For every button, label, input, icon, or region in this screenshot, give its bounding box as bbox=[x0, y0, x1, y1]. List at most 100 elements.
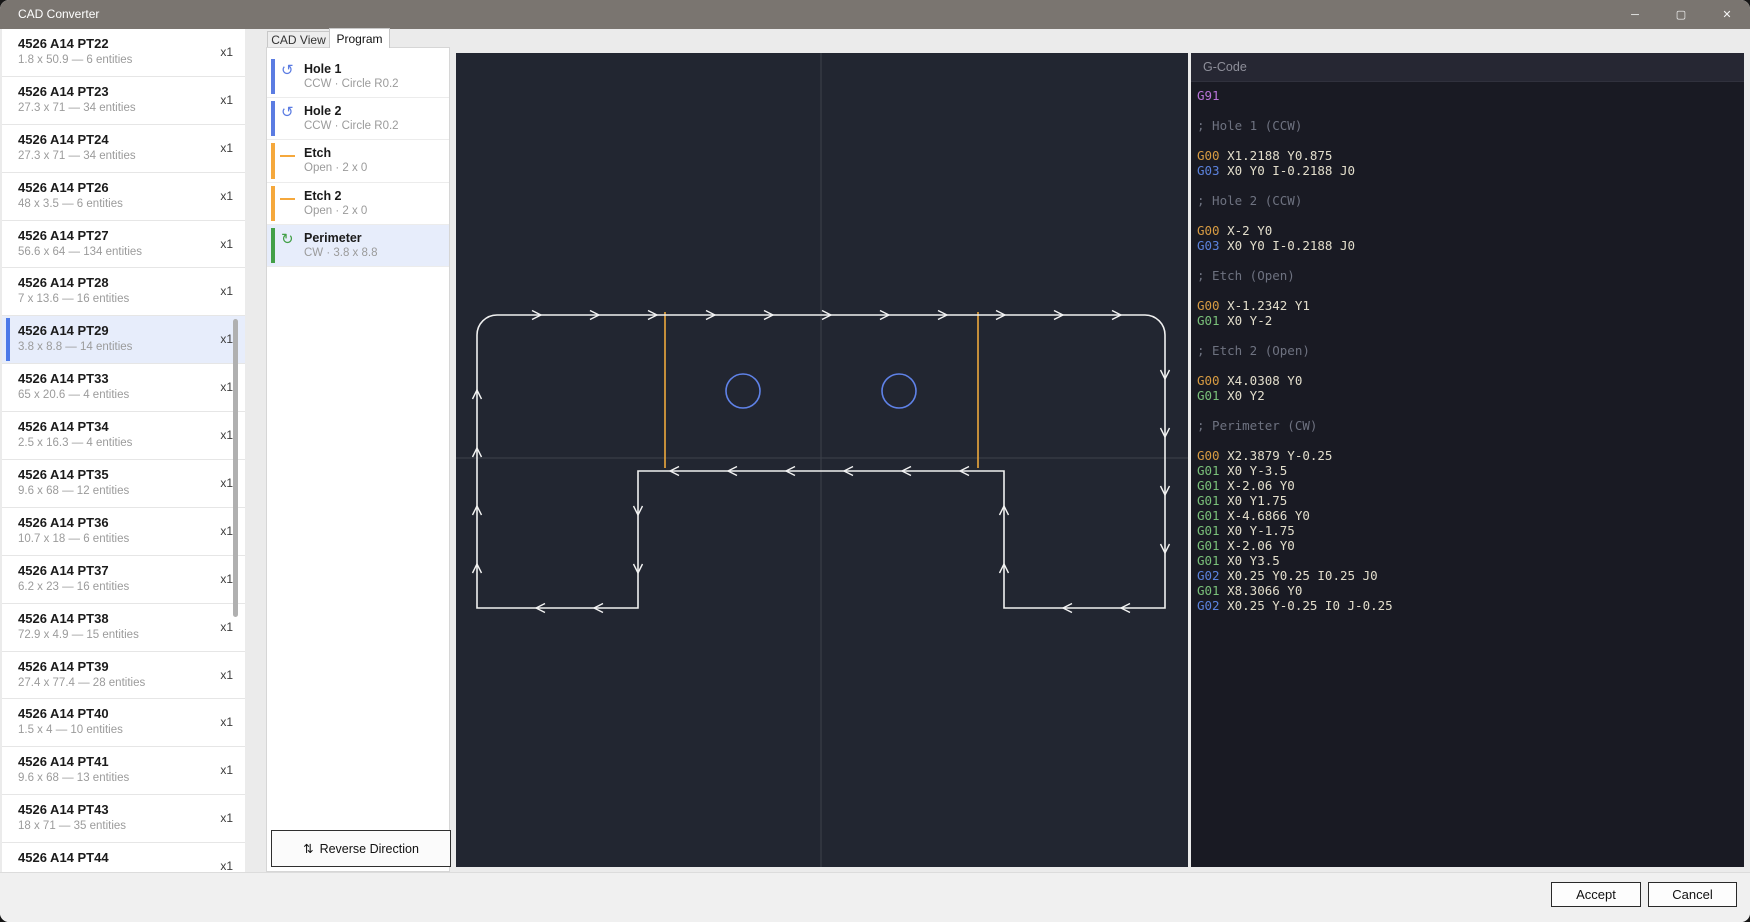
part-dims: 27.3 x 71 — 34 entities bbox=[18, 100, 245, 116]
reverse-direction-button[interactable]: ⇅ Reverse Direction bbox=[271, 830, 451, 867]
part-qty: x1 bbox=[220, 332, 233, 346]
gcode-line: ; Etch 2 (Open) bbox=[1197, 343, 1744, 358]
part-dims: 1.5 x 4 — 10 entities bbox=[18, 722, 245, 738]
part-row[interactable]: 4526 A14 PT401.5 x 4 — 10 entitiesx1 bbox=[2, 699, 245, 747]
gcode-line: G02 X0.25 Y0.25 I0.25 J0 bbox=[1197, 568, 1744, 583]
cancel-button[interactable]: Cancel bbox=[1648, 882, 1737, 907]
operation-row[interactable]: Etch 2Open · 2 x 0 bbox=[267, 183, 449, 225]
part-dims: 72.9 x 4.9 — 15 entities bbox=[18, 627, 245, 643]
gcode-line: G01 X0 Y-1.75 bbox=[1197, 523, 1744, 538]
part-row[interactable]: 4526 A14 PT2427.3 x 71 — 34 entitiesx1 bbox=[2, 125, 245, 173]
sidebar-scrollbar-thumb[interactable] bbox=[233, 319, 238, 617]
hole-circle bbox=[726, 374, 760, 408]
part-name: 4526 A14 PT40 bbox=[18, 705, 245, 722]
part-name: 4526 A14 PT35 bbox=[18, 466, 245, 483]
part-dims: 65 x 20.6 — 4 entities bbox=[18, 387, 245, 403]
operation-subtitle: CCW · Circle R0.2 bbox=[304, 119, 449, 134]
operation-subtitle: Open · 2 x 0 bbox=[304, 161, 449, 176]
gcode-line: G01 X8.3066 Y0 bbox=[1197, 583, 1744, 598]
operation-row[interactable]: EtchOpen · 2 x 0 bbox=[267, 140, 449, 182]
accept-button[interactable]: Accept bbox=[1551, 882, 1641, 907]
operation-row[interactable]: ↺Hole 1CCW · Circle R0.2 bbox=[267, 56, 449, 98]
part-name: 4526 A14 PT33 bbox=[18, 370, 245, 387]
minimize-button[interactable]: ─ bbox=[1612, 0, 1658, 29]
gcode-line bbox=[1197, 178, 1744, 193]
part-name: 4526 A14 PT22 bbox=[18, 35, 245, 52]
part-name: 4526 A14 PT43 bbox=[18, 801, 245, 818]
part-row[interactable]: 4526 A14 PT2756.6 x 64 — 134 entitiesx1 bbox=[2, 221, 245, 269]
part-dims: 9.6 x 68 — 12 entities bbox=[18, 483, 245, 499]
part-name: 4526 A14 PT44 bbox=[18, 849, 245, 866]
part-qty: x1 bbox=[220, 620, 233, 634]
window-titlebar: CAD Converter ─ ▢ ✕ bbox=[0, 0, 1750, 29]
part-name: 4526 A14 PT37 bbox=[18, 562, 245, 579]
gcode-listing[interactable]: G91 ; Hole 1 (CCW) G00 X1.2188 Y0.875G03… bbox=[1191, 82, 1744, 613]
part-dims: 10.7 x 18 — 6 entities bbox=[18, 531, 245, 547]
gcode-line: ; Perimeter (CW) bbox=[1197, 418, 1744, 433]
part-row[interactable]: 4526 A14 PT342.5 x 16.3 — 4 entitiesx1 bbox=[2, 412, 245, 460]
gcode-line: G01 X0 Y2 bbox=[1197, 388, 1744, 403]
tab-cad-view-label: CAD View bbox=[271, 33, 325, 47]
part-qty: x1 bbox=[220, 859, 233, 872]
part-qty: x1 bbox=[220, 811, 233, 825]
part-row[interactable]: 4526 A14 PT2648 x 3.5 — 6 entitiesx1 bbox=[2, 173, 245, 221]
close-button[interactable]: ✕ bbox=[1704, 0, 1750, 29]
part-qty: x1 bbox=[220, 237, 233, 251]
part-name: 4526 A14 PT28 bbox=[18, 274, 245, 291]
close-icon: ✕ bbox=[1722, 8, 1731, 21]
part-dims: 27.3 x 71 — 34 entities bbox=[18, 148, 245, 164]
part-row[interactable]: 4526 A14 PT44x1 bbox=[2, 843, 245, 872]
part-row[interactable]: 4526 A14 PT3365 x 20.6 — 4 entitiesx1 bbox=[2, 364, 245, 412]
part-name: 4526 A14 PT23 bbox=[18, 83, 245, 100]
cw-rotation-icon: ↻ bbox=[281, 232, 294, 247]
cad-canvas[interactable] bbox=[456, 53, 1188, 867]
operation-accent-bar bbox=[271, 143, 275, 178]
part-row[interactable]: 4526 A14 PT4318 x 71 — 35 entitiesx1 bbox=[2, 795, 245, 843]
gcode-line bbox=[1197, 433, 1744, 448]
maximize-button[interactable]: ▢ bbox=[1658, 0, 1704, 29]
part-row[interactable]: 4526 A14 PT293.8 x 8.8 — 14 entitiesx1 bbox=[2, 316, 245, 364]
gcode-line: G03 X0 Y0 I-0.2188 J0 bbox=[1197, 238, 1744, 253]
part-row[interactable]: 4526 A14 PT359.6 x 68 — 12 entitiesx1 bbox=[2, 460, 245, 508]
gcode-line: G02 X0.25 Y-0.25 I0 J-0.25 bbox=[1197, 598, 1744, 613]
part-qty: x1 bbox=[220, 284, 233, 298]
tab-cad-view[interactable]: CAD View bbox=[267, 31, 330, 48]
part-name: 4526 A14 PT26 bbox=[18, 179, 245, 196]
gcode-line: G00 X-1.2342 Y1 bbox=[1197, 298, 1744, 313]
ccw-rotation-icon: ↺ bbox=[281, 105, 294, 120]
operation-row[interactable]: ↺Hole 2CCW · Circle R0.2 bbox=[267, 98, 449, 140]
part-qty: x1 bbox=[220, 715, 233, 729]
part-name: 4526 A14 PT34 bbox=[18, 418, 245, 435]
gcode-line bbox=[1197, 328, 1744, 343]
maximize-icon: ▢ bbox=[1676, 8, 1686, 21]
part-qty: x1 bbox=[220, 428, 233, 442]
parts-list: 4526 A14 PT221.8 x 50.9 — 6 entitiesx145… bbox=[2, 29, 245, 872]
part-dims: 3.8 x 8.8 — 14 entities bbox=[18, 339, 245, 355]
part-row[interactable]: 4526 A14 PT419.6 x 68 — 13 entitiesx1 bbox=[2, 747, 245, 795]
part-row[interactable]: 4526 A14 PT2327.3 x 71 — 34 entitiesx1 bbox=[2, 77, 245, 125]
footer-bar: Accept Cancel bbox=[0, 872, 1750, 922]
part-dims: 18 x 71 — 35 entities bbox=[18, 818, 245, 834]
operation-row[interactable]: ↻PerimeterCW · 3.8 x 8.8 bbox=[267, 225, 449, 267]
gcode-line: G01 X0 Y1.75 bbox=[1197, 493, 1744, 508]
hole-circle bbox=[882, 374, 916, 408]
part-row[interactable]: 4526 A14 PT376.2 x 23 — 16 entitiesx1 bbox=[2, 556, 245, 604]
tab-program[interactable]: Program bbox=[329, 28, 390, 48]
gcode-line bbox=[1197, 358, 1744, 373]
part-row[interactable]: 4526 A14 PT221.8 x 50.9 — 6 entitiesx1 bbox=[2, 29, 245, 77]
part-qty: x1 bbox=[220, 189, 233, 203]
part-name: 4526 A14 PT27 bbox=[18, 227, 245, 244]
gcode-line bbox=[1197, 208, 1744, 223]
part-row[interactable]: 4526 A14 PT3872.9 x 4.9 — 15 entitiesx1 bbox=[2, 604, 245, 652]
part-row[interactable]: 4526 A14 PT3610.7 x 18 — 6 entitiesx1 bbox=[2, 508, 245, 556]
window-title: CAD Converter bbox=[18, 7, 99, 21]
part-dims: 27.4 x 77.4 — 28 entities bbox=[18, 675, 245, 691]
gcode-panel-title: G-Code bbox=[1191, 53, 1744, 82]
app-window: CAD Converter ─ ▢ ✕ 4526 A14 PT221.8 x 5… bbox=[0, 0, 1750, 922]
part-name: 4526 A14 PT29 bbox=[18, 322, 245, 339]
part-row[interactable]: 4526 A14 PT287 x 13.6 — 16 entitiesx1 bbox=[2, 268, 245, 316]
part-row[interactable]: 4526 A14 PT3927.4 x 77.4 — 28 entitiesx1 bbox=[2, 652, 245, 700]
gcode-line: G00 X4.0308 Y0 bbox=[1197, 373, 1744, 388]
part-name: 4526 A14 PT24 bbox=[18, 131, 245, 148]
gcode-line: G01 X0 Y-3.5 bbox=[1197, 463, 1744, 478]
